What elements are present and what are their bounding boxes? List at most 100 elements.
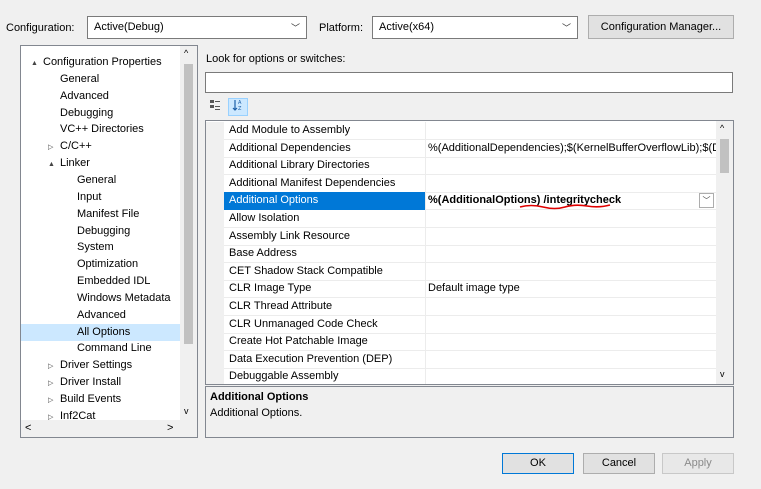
tree-item[interactable]: Windows Metadata [21, 290, 181, 307]
scroll-up-icon[interactable]: ^ [184, 48, 188, 58]
alphabetical-sort-icon[interactable]: AZ [228, 98, 248, 116]
categorized-view-icon[interactable] [205, 98, 225, 116]
scroll-up-icon[interactable]: ^ [720, 123, 724, 133]
property-row[interactable]: Allow Isolation [206, 210, 718, 228]
tree-item-label: VC++ Directories [60, 123, 144, 136]
tree-item[interactable]: ▷ Build Events [21, 391, 181, 408]
tree-item[interactable]: ▷ C/C++ [21, 138, 181, 155]
tree-vertical-scrollbar[interactable]: ^ v [180, 46, 197, 420]
description-text: Additional Options. [210, 407, 303, 419]
platform-label: Platform: [319, 22, 364, 34]
property-row[interactable]: Assembly Link Resource [206, 227, 718, 246]
property-value[interactable] [426, 245, 718, 263]
property-tree[interactable]: ▲ Configuration Properties General Advanced… [20, 45, 198, 438]
ok-button[interactable]: OK [502, 453, 574, 474]
property-value[interactable] [426, 351, 718, 369]
scroll-left-icon[interactable]: < [25, 422, 31, 434]
tree-item-label: General [60, 72, 100, 85]
property-row[interactable]: CLR Thread Attribute [206, 298, 718, 316]
tree-item[interactable]: VC++ Directories [21, 121, 181, 138]
property-name: Data Execution Prevention (DEP) [224, 350, 426, 369]
collapsed-arrow-icon[interactable]: ▷ [48, 392, 60, 409]
collapsed-arrow-icon[interactable]: ▷ [48, 375, 60, 392]
property-value[interactable] [426, 333, 718, 351]
tree-scroll-thumb[interactable] [184, 64, 193, 344]
value-dropdown-icon[interactable]: ﹀ [699, 193, 714, 209]
property-value[interactable] [426, 228, 718, 246]
description-title: Additional Options [210, 391, 309, 403]
property-value[interactable] [426, 368, 718, 384]
search-input[interactable] [205, 72, 733, 93]
property-row[interactable]: Add Module to Assembly [206, 122, 718, 140]
tree-item-label: Advanced [60, 89, 109, 102]
tree-item[interactable]: Embedded IDL [21, 273, 181, 290]
tree-item[interactable]: ▲ Linker [21, 155, 181, 172]
expanded-arrow-icon[interactable]: ▲ [48, 156, 60, 173]
tree-item[interactable]: Manifest File [21, 206, 181, 223]
collapsed-arrow-icon[interactable]: ▷ [48, 139, 60, 156]
property-row[interactable]: Additional Manifest Dependencies [206, 174, 718, 193]
tree-item-label: Advanced [77, 308, 126, 321]
property-row[interactable]: CLR Image Type Default image type [206, 280, 718, 299]
tree-item[interactable]: Optimization [21, 256, 181, 273]
property-value[interactable] [426, 316, 718, 334]
apply-button[interactable]: Apply [662, 453, 734, 474]
tree-item[interactable]: Advanced [21, 88, 181, 105]
grid-vertical-scrollbar[interactable]: ^ v [716, 121, 733, 384]
property-value[interactable] [426, 263, 718, 281]
property-row[interactable]: Additional Library Directories [206, 157, 718, 176]
configuration-dropdown[interactable]: Active(Debug) ﹀ [87, 16, 307, 39]
property-value[interactable]: %(AdditionalDependencies);$(KernelBuffer… [426, 140, 718, 158]
tree-item[interactable]: Debugging [21, 105, 181, 122]
property-row[interactable]: Additional Dependencies %(AdditionalDepen… [206, 139, 718, 158]
property-name: Additional Dependencies [224, 139, 426, 158]
tree-item[interactable]: Debugging [21, 223, 181, 240]
row-gutter [206, 368, 224, 384]
tree-item[interactable]: ▷ Driver Install [21, 374, 181, 391]
property-row[interactable]: Debuggable Assembly [206, 368, 718, 384]
property-row[interactable]: Create Hot Patchable Image [206, 333, 718, 352]
grid-scroll-thumb[interactable] [720, 139, 729, 173]
tree-item[interactable]: General [21, 71, 181, 88]
property-value[interactable] [426, 157, 718, 175]
property-name: Allow Isolation [224, 210, 426, 228]
property-row[interactable]: CLR Unmanaged Code Check [206, 315, 718, 334]
configuration-manager-button[interactable]: Configuration Manager... [588, 15, 734, 39]
property-value[interactable] [426, 175, 718, 193]
property-value[interactable] [426, 122, 718, 140]
row-gutter [206, 139, 224, 158]
property-name: Additional Library Directories [224, 157, 426, 176]
property-grid[interactable]: Add Module to Assembly Additional Depende… [205, 120, 734, 385]
tree-item-label: All Options [77, 325, 131, 338]
property-row[interactable]: Data Execution Prevention (DEP) [206, 350, 718, 369]
tree-item[interactable]: Input [21, 189, 181, 206]
property-row[interactable]: CET Shadow Stack Compatible [206, 262, 718, 281]
scroll-down-icon[interactable]: v [720, 369, 725, 379]
tree-item[interactable]: System [21, 239, 181, 256]
property-name: Add Module to Assembly [224, 122, 426, 140]
tree-item[interactable]: ▲ Configuration Properties [21, 54, 181, 71]
tree-item[interactable]: All Options [21, 323, 181, 341]
expanded-arrow-icon[interactable]: ▲ [31, 55, 43, 72]
property-value[interactable] [426, 210, 718, 228]
tree-item-label: Debugging [77, 224, 131, 237]
tree-item[interactable]: Advanced [21, 307, 181, 324]
tree-horizontal-scrollbar[interactable]: < > [21, 420, 197, 437]
cancel-button[interactable]: Cancel [583, 453, 655, 474]
platform-dropdown[interactable]: Active(x64) ﹀ [372, 16, 578, 39]
collapsed-arrow-icon[interactable]: ▷ [48, 358, 60, 375]
tree-item-label: Windows Metadata [77, 291, 171, 304]
property-name: Additional Manifest Dependencies [224, 174, 426, 193]
property-row[interactable]: Base Address [206, 245, 718, 264]
tree-item[interactable]: General [21, 172, 181, 189]
property-value[interactable] [426, 298, 718, 316]
scroll-right-icon[interactable]: > [167, 422, 173, 434]
platform-value: Active(x64) [379, 21, 435, 33]
property-row[interactable]: Additional Options %(AdditionalOptions) /… [206, 192, 718, 211]
property-value[interactable]: Default image type [426, 280, 718, 298]
tree-item[interactable]: ▷ Driver Settings [21, 357, 181, 374]
tree-item-label: Driver Settings [60, 359, 133, 372]
scroll-down-icon[interactable]: v [184, 406, 189, 416]
chevron-down-icon: ﹀ [561, 23, 571, 33]
tree-item[interactable]: Command Line [21, 340, 181, 357]
